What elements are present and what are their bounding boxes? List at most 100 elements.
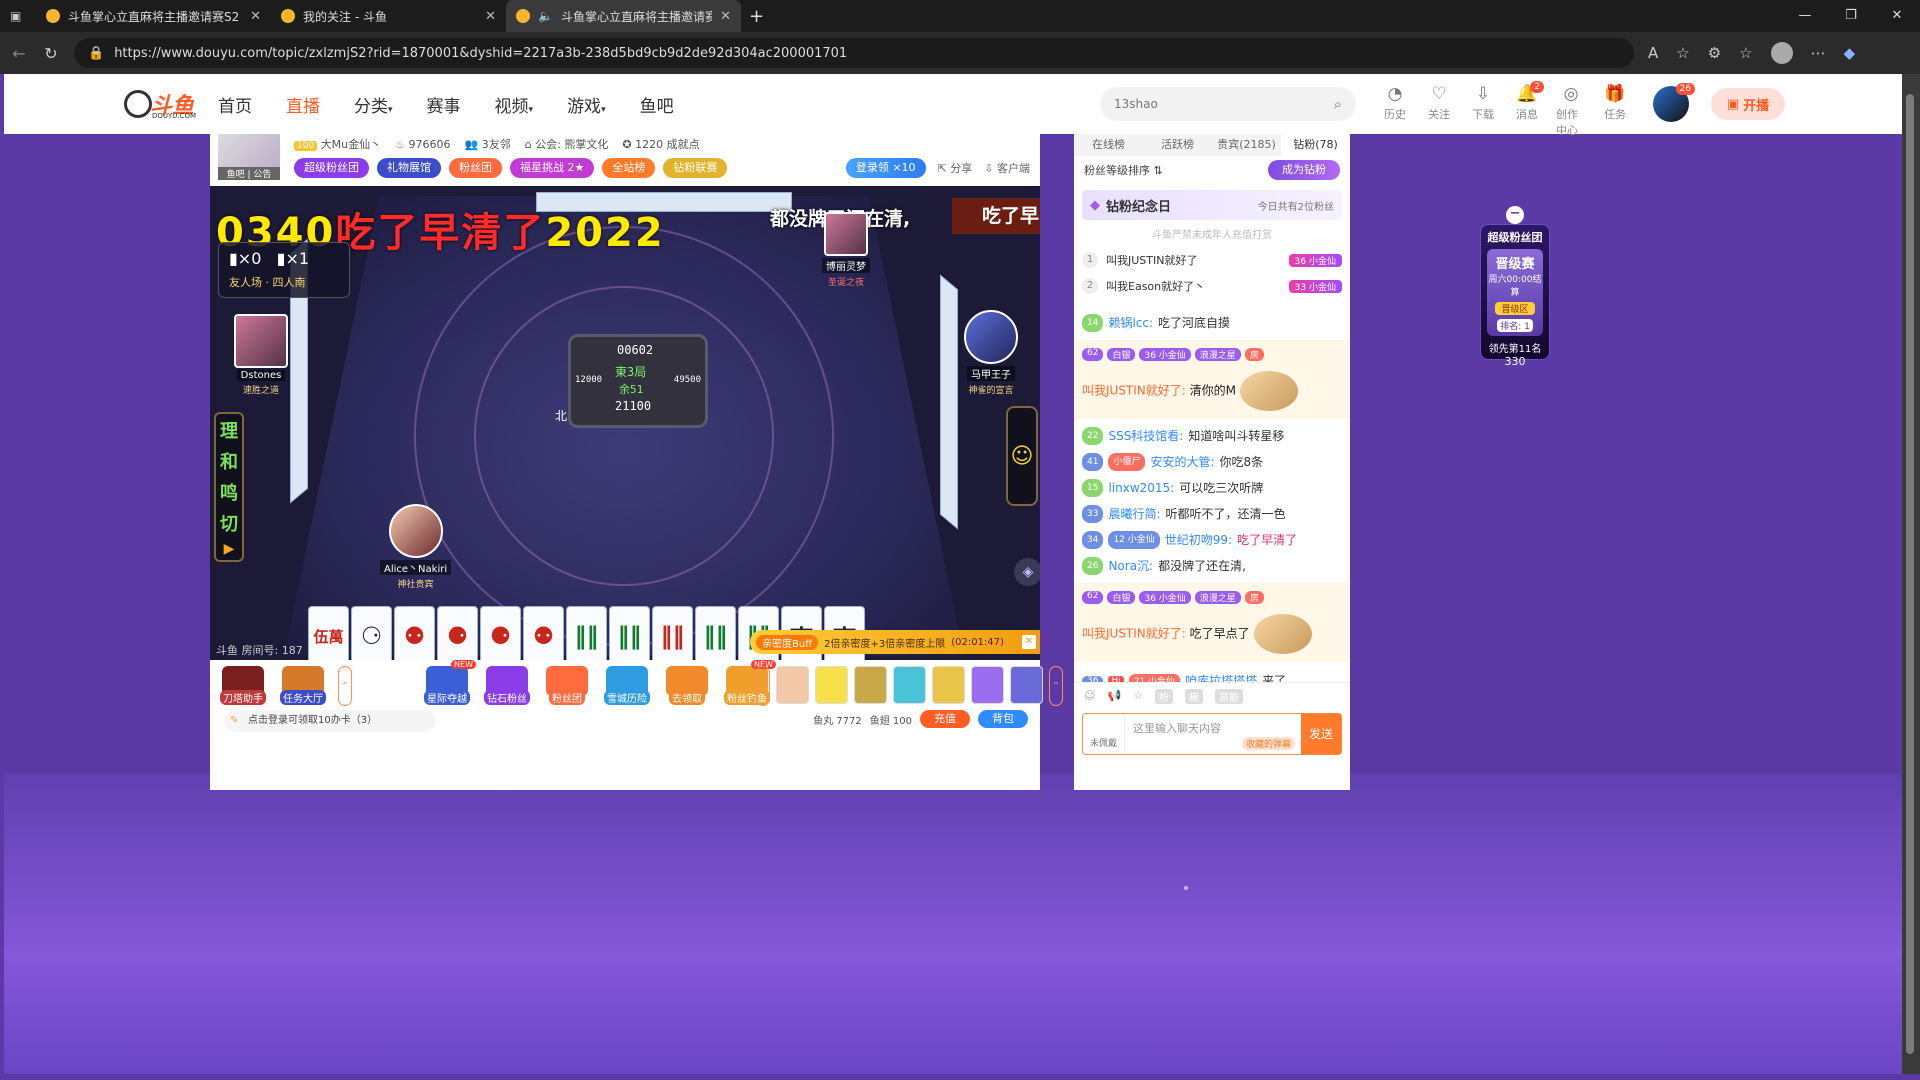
favorites-icon[interactable]: ☆ <box>1739 44 1752 62</box>
login-reward-button[interactable]: 登录领 ×10 <box>845 158 926 178</box>
search-input[interactable]: 13shao ⌕ <box>1100 87 1356 121</box>
fan-tool-button[interactable]: 粉 <box>1155 689 1174 704</box>
nav-yuba[interactable]: 鱼吧 <box>640 92 674 117</box>
read-aloud-icon[interactable]: A <box>1648 44 1658 62</box>
gift-item[interactable] <box>815 666 848 704</box>
chat-nickname[interactable]: 晨曦行简: <box>1108 505 1160 523</box>
gift-right-arrow[interactable]: ⌃ <box>1049 666 1063 706</box>
chat-nickname[interactable]: 世纪初吻99: <box>1165 531 1232 549</box>
send-button[interactable]: 发送 <box>1301 714 1341 754</box>
achievement-link[interactable]: ✪ 1220 成就点 <box>622 136 699 152</box>
toolbar-star-race[interactable]: 星际夺越 NEW <box>422 660 476 706</box>
toolbar-fan-club[interactable]: 粉丝团 <box>542 666 592 706</box>
nav-games[interactable]: 游戏▾ <box>567 92 606 117</box>
action-sort[interactable]: 理 <box>220 417 238 443</box>
gamepad-icon[interactable]: ◈ <box>1014 558 1040 586</box>
rank-sort-toggle[interactable]: 粉丝等级排序 ⇅ <box>1084 162 1163 178</box>
play-triangle-icon[interactable]: ▶ <box>224 541 235 557</box>
hand-tile[interactable]: ⚉ <box>523 606 564 660</box>
speaker-icon[interactable]: 🔈 <box>538 9 553 23</box>
tab-actions-button[interactable]: ▣ <box>0 0 36 32</box>
close-tab-icon[interactable]: ✕ <box>485 9 496 24</box>
badge-selector[interactable]: 未佩戴 <box>1083 714 1125 754</box>
refresh-icon[interactable]: ↻ <box>42 44 60 63</box>
chat-input[interactable]: 这里输入聊天内容 收藏的弹幕 <box>1125 714 1301 754</box>
login-tip[interactable]: ✎ 点击登录可领取10办卡（3） <box>224 710 436 732</box>
chip-lucky-challenge[interactable]: 福星挑战 2★ <box>510 158 595 178</box>
chip-gift-hall[interactable]: 礼物展馆 <box>377 158 441 178</box>
chip-fan-club[interactable]: 粉丝团 <box>449 158 502 178</box>
chat-nickname[interactable]: 赖锅lcc: <box>1108 314 1153 332</box>
chat-nickname[interactable]: linxw2015: <box>1108 479 1174 497</box>
nav-live[interactable]: 直播 <box>286 92 320 117</box>
high-energy-button[interactable]: 高能 <box>1215 689 1244 704</box>
collapse-float-button[interactable]: − <box>1506 206 1524 224</box>
action-call[interactable]: 鸣 <box>220 479 238 505</box>
chat-nickname[interactable]: SSS科技馆看: <box>1108 427 1183 445</box>
anchor-avatar[interactable]: 鱼吧 | 公告 <box>218 134 280 180</box>
gift-item[interactable] <box>854 666 887 704</box>
hand-tile[interactable]: ⚈ <box>480 606 521 660</box>
hand-tile[interactable]: ⚈ <box>437 606 478 660</box>
header-creator[interactable]: ◎ 创作中心 <box>1556 84 1586 138</box>
chip-super-fans[interactable]: 超级粉丝团 <box>294 158 369 178</box>
hand-tile[interactable]: ‖‖ <box>566 606 607 660</box>
profile-avatar[interactable] <box>1770 42 1793 64</box>
nav-home[interactable]: 首页 <box>218 92 252 117</box>
nav-video[interactable]: 视频▾ <box>495 92 534 117</box>
collapse-arrow-button[interactable]: ⌃ <box>338 666 352 706</box>
chat-nickname[interactable]: 咱库拉塔塔塔 <box>1185 672 1257 682</box>
star-icon[interactable]: ☆ <box>1133 689 1143 704</box>
hand-tile[interactable]: ‖‖ <box>695 606 736 660</box>
client-button[interactable]: ⇩ 客户端 <box>984 160 1030 176</box>
toolbar-diamond-fans[interactable]: 钻石粉丝 <box>482 666 532 706</box>
start-live-button[interactable]: ▣ 开播 <box>1711 88 1785 120</box>
toolbar-task-hall[interactable]: 任务大厅 <box>278 666 328 706</box>
header-messages[interactable]: 🔔 消息 2 <box>1512 81 1544 138</box>
header-download[interactable]: ⇩ 下载 <box>1468 84 1498 138</box>
gift-item[interactable] <box>971 666 1004 704</box>
gift-item[interactable] <box>776 666 809 704</box>
copilot-icon[interactable]: ◆ <box>1844 44 1856 62</box>
back-icon[interactable]: ← <box>10 44 28 63</box>
tab-diamond-fans[interactable]: 钻粉(78) <box>1281 134 1350 156</box>
more-icon[interactable]: ⋯ <box>1811 44 1826 62</box>
close-tab-icon[interactable]: ✕ <box>250 9 261 24</box>
friends-link[interactable]: 👥 3友邻 <box>465 136 511 152</box>
rank-row[interactable]: 2 叫我Eason就好了丶 33 小金仙 <box>1074 273 1350 299</box>
chat-nickname[interactable]: 安安的大管: <box>1150 453 1214 471</box>
toolbar-snow-city[interactable]: 雪城历险 <box>602 666 652 706</box>
nav-events[interactable]: 赛事 <box>427 92 461 117</box>
become-diamond-button[interactable]: 成为钻粉 <box>1268 160 1340 180</box>
header-tasks[interactable]: 🎁 任务 <box>1600 84 1630 138</box>
close-tab-icon[interactable]: ✕ <box>720 9 731 24</box>
gift-item[interactable] <box>1010 666 1043 704</box>
chip-diamond-league[interactable]: 钻粉联赛 <box>663 158 728 178</box>
header-follow[interactable]: ♡ 关注 <box>1424 84 1454 138</box>
new-tab-icon[interactable]: + <box>749 6 764 27</box>
gift-item[interactable] <box>932 666 965 704</box>
backpack-button[interactable]: 背包 <box>978 710 1028 728</box>
chip-site-rank[interactable]: 全站榜 <box>602 158 656 178</box>
user-avatar[interactable]: 26 <box>1653 83 1695 122</box>
hand-tile[interactable]: ‖‖ <box>609 606 650 660</box>
restore-icon[interactable]: ❐ <box>1828 0 1874 32</box>
guild-link[interactable]: ⌂ 公会: 熊掌文化 <box>525 136 609 152</box>
action-cut[interactable]: 切 <box>220 510 238 536</box>
super-fan-widget[interactable]: 超级粉丝团 晋级赛 周六00:00结算 晋级区 排名: 1 领先第11名 330 <box>1480 224 1550 368</box>
horn-icon[interactable]: 📢 <box>1107 689 1121 704</box>
hand-tile[interactable]: ⚆ <box>351 606 392 660</box>
saved-danmu-button[interactable]: 收藏的弹幕 <box>1241 737 1295 750</box>
chat-nickname[interactable]: Nora沉: <box>1108 557 1153 575</box>
header-history[interactable]: ◔ 历史 <box>1380 84 1410 138</box>
action-win[interactable]: 和 <box>220 448 238 474</box>
tab-active-rank[interactable]: 活跃榜 <box>1143 134 1212 156</box>
diamond-anniversary[interactable]: ◆ 钻粉纪念日 今日共有2位粉丝 <box>1082 190 1342 220</box>
hand-tile[interactable]: ⚉ <box>394 606 435 660</box>
tab-vip[interactable]: 贵宾(2185) <box>1212 134 1281 156</box>
tab-online-rank[interactable]: 在线榜 <box>1074 134 1143 156</box>
extensions-icon[interactable]: ⚙ <box>1708 44 1721 62</box>
close-icon[interactable]: ✕ <box>1022 635 1036 649</box>
close-window-icon[interactable]: ✕ <box>1874 0 1920 32</box>
scrollbar-thumb[interactable] <box>1906 94 1914 1054</box>
